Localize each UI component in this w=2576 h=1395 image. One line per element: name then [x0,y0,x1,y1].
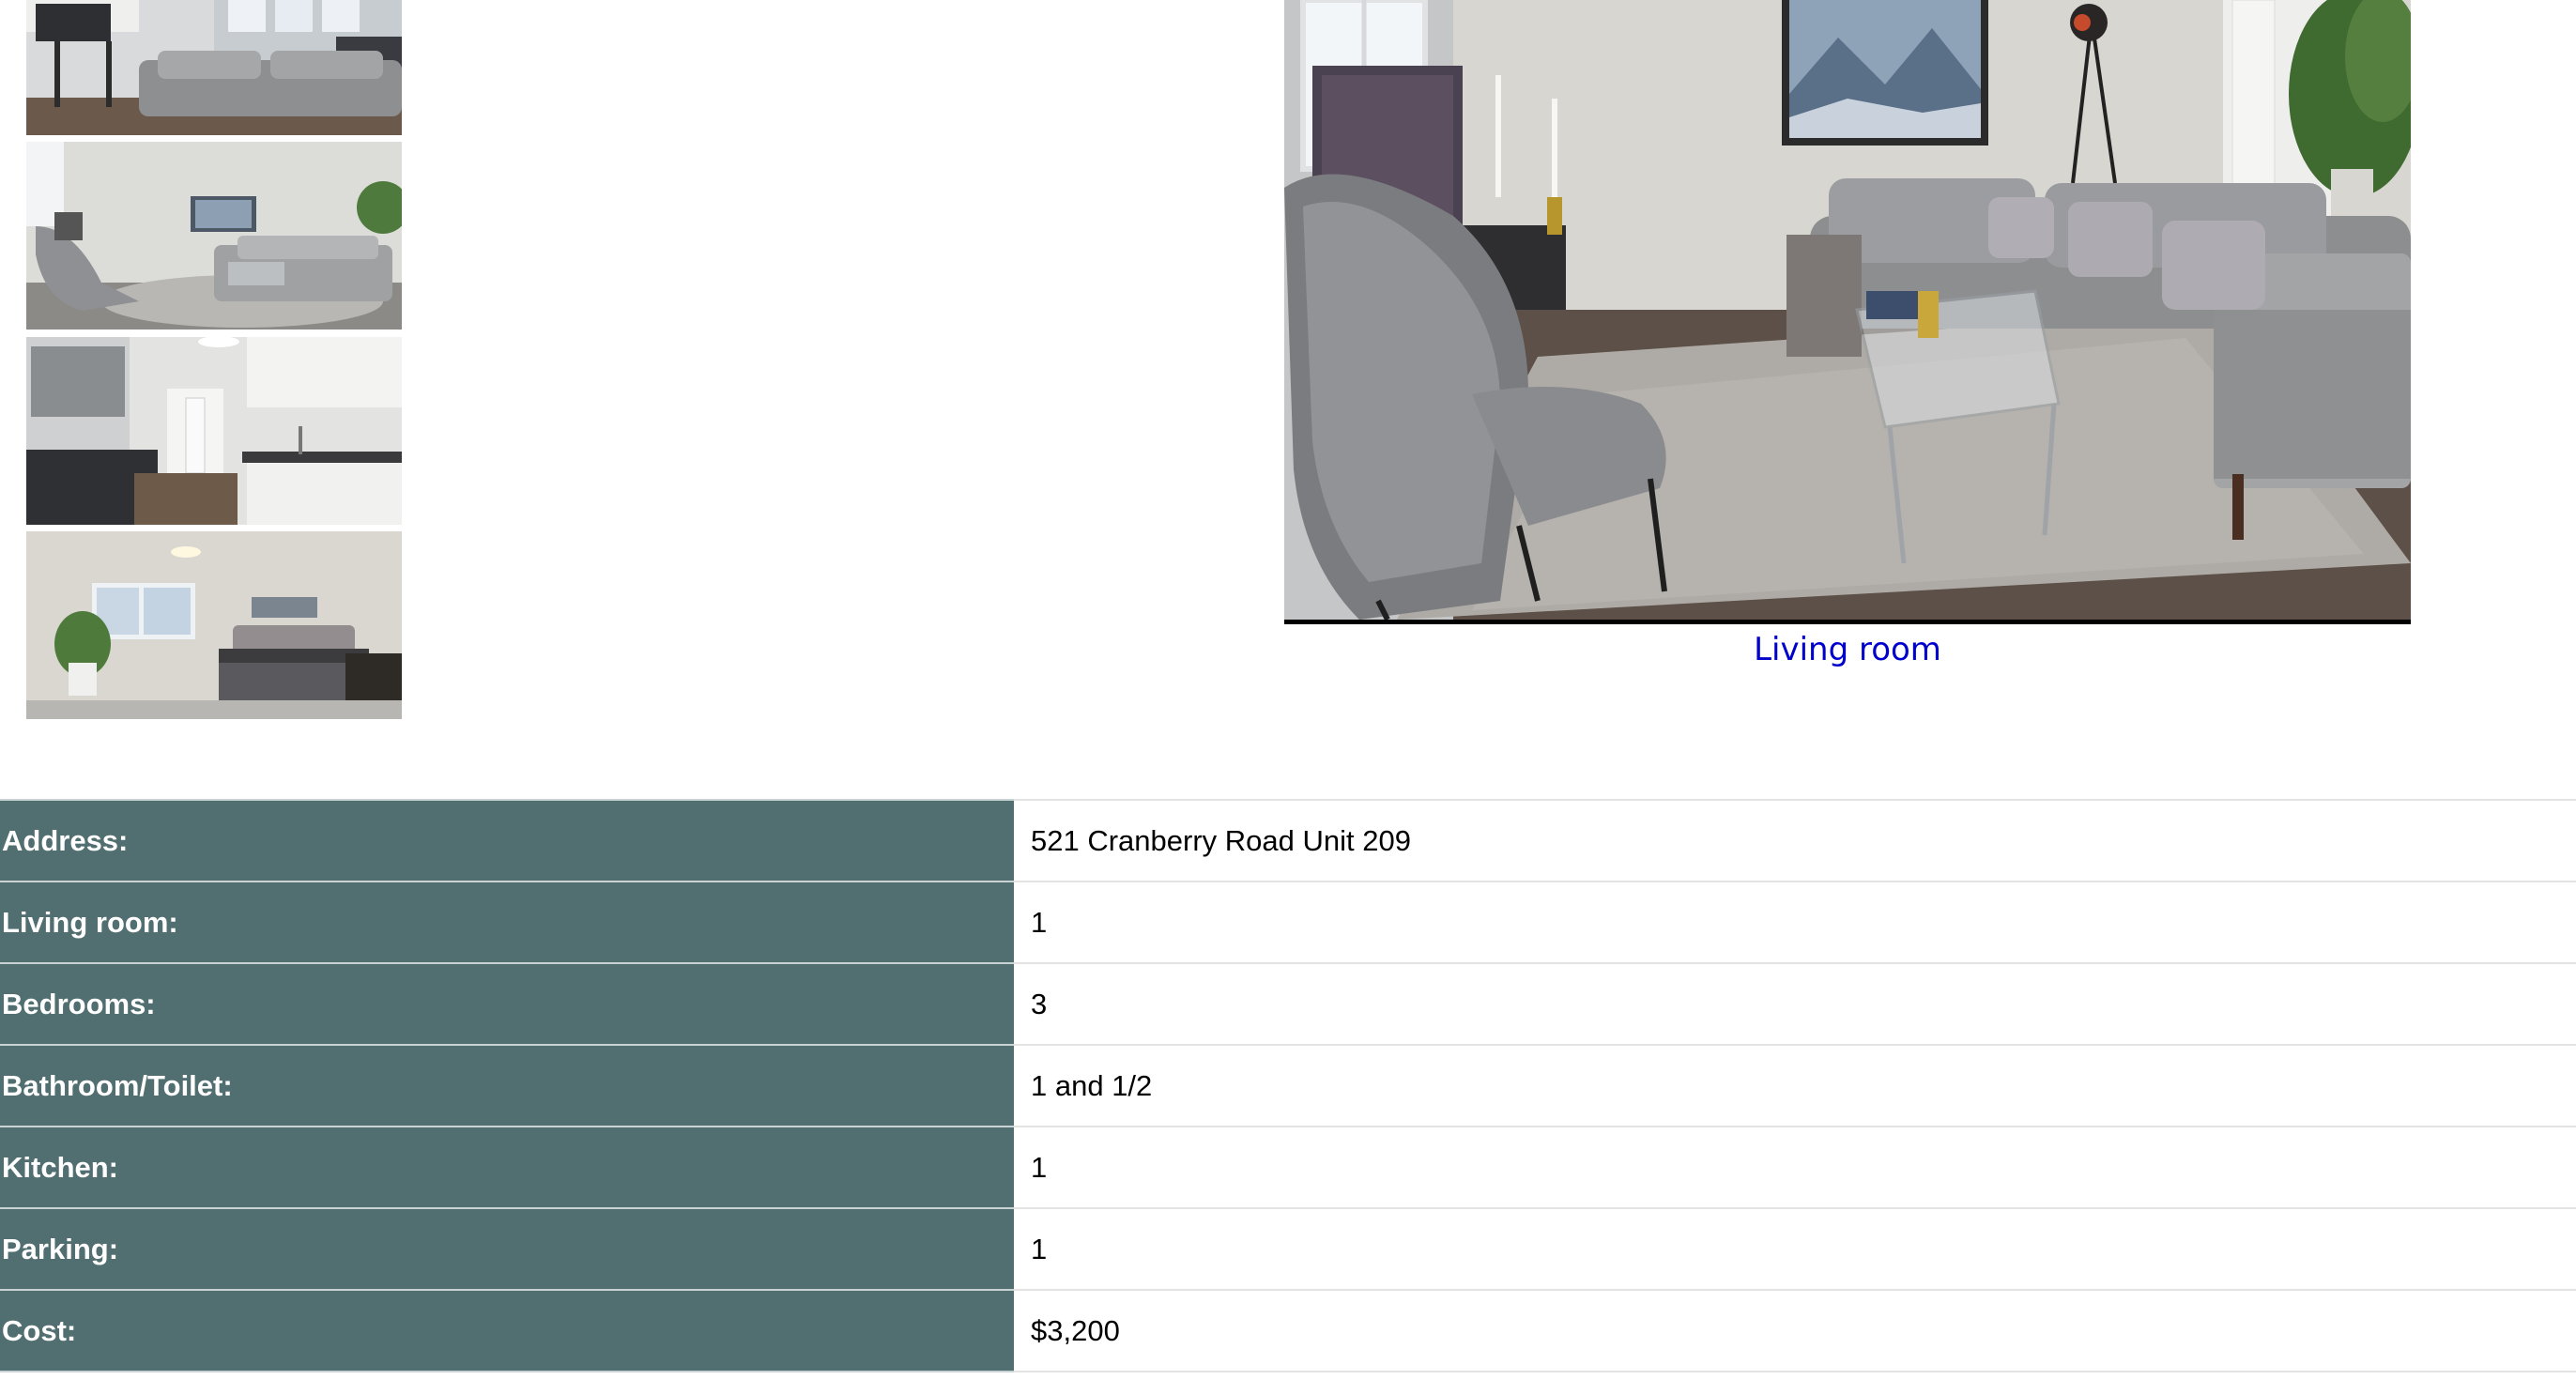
bedrooms-label: Bedrooms: [0,962,1014,1046]
bedroom-photo-icon [26,531,402,719]
kitchen-label: Kitchen: [0,1126,1014,1209]
cost-value: $3,200 [1014,1289,2576,1372]
address-value: 521 Cranberry Road Unit 209 [1014,799,2576,882]
parking-label: Parking: [0,1207,1014,1291]
property-details-table: Address: 521 Cranberry Road Unit 209 Liv… [0,799,2576,1372]
table-row: Parking: 1 [0,1207,2576,1291]
bathroom-label: Bathroom/Toilet: [0,1044,1014,1127]
living-room-value: 1 [1014,881,2576,964]
table-row: Cost: $3,200 [0,1289,2576,1372]
table-row: Bathroom/Toilet: 1 and 1/2 [0,1044,2576,1127]
bathroom-value: 1 and 1/2 [1014,1044,2576,1127]
table-row: Bedrooms: 3 [0,962,2576,1046]
table-row: Living room: 1 [0,881,2576,964]
main-photo-caption[interactable]: Living room [1284,627,2411,672]
table-row: Kitchen: 1 [0,1126,2576,1209]
living-room-photo-icon [26,142,402,330]
thumbnail-kitchen[interactable] [26,337,402,525]
thumbnail-living-room-1[interactable] [26,0,402,135]
living-room-photo-icon [26,0,402,135]
table-row: Address: 521 Cranberry Road Unit 209 [0,799,2576,882]
bedrooms-value: 3 [1014,962,2576,1046]
address-label: Address: [0,799,1014,882]
cost-label: Cost: [0,1289,1014,1372]
living-room-photo-icon [1284,0,2411,620]
kitchen-value: 1 [1014,1126,2576,1209]
thumbnail-living-room-2[interactable] [26,142,402,330]
kitchen-photo-icon [26,337,402,525]
thumbnail-bedroom[interactable] [26,531,402,719]
living-room-label: Living room: [0,881,1014,964]
parking-value: 1 [1014,1207,2576,1291]
main-photo[interactable] [1284,0,2411,624]
